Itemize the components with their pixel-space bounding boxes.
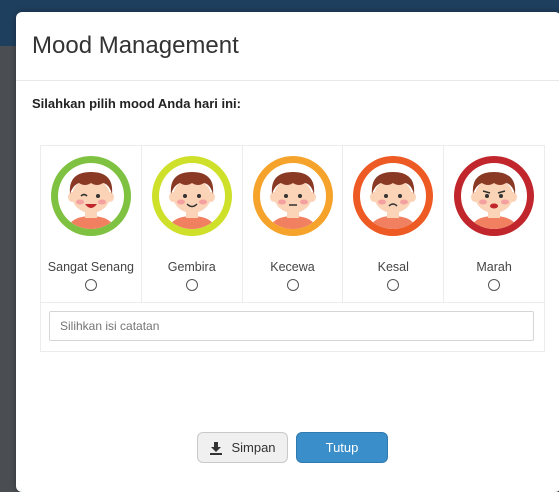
close-button-label: Tutup (325, 440, 359, 455)
mood-radio-marah[interactable] (488, 279, 501, 291)
mood-option-sangat-senang[interactable]: Sangat Senang (41, 146, 142, 302)
mood-radio-kecewa[interactable] (286, 279, 299, 291)
mood-radio-gembira[interactable] (185, 279, 198, 291)
angry-face-icon (454, 156, 535, 236)
mood-option-kecewa[interactable]: Kecewa (243, 146, 344, 302)
happy-face-icon (151, 156, 232, 236)
save-button[interactable]: Simpan (197, 432, 288, 463)
close-button[interactable]: Tutup (296, 432, 388, 463)
mood-label: Gembira (167, 260, 216, 274)
mood-option-marah[interactable]: Marah (444, 146, 544, 302)
mood-label: Kesal (377, 260, 409, 274)
disappointed-face-icon (252, 156, 333, 236)
mood-prompt: Silahkan pilih mood Anda hari ini: (32, 96, 241, 111)
mood-options: Sangat Senang Gembira Kecewa Kesal Marah (41, 146, 544, 303)
mood-radio-kesal[interactable] (387, 279, 400, 291)
mood-label: Marah (476, 260, 512, 274)
modal-title: Mood Management (32, 32, 239, 59)
mood-label: Kecewa (270, 260, 315, 274)
mood-selector: Sangat Senang Gembira Kecewa Kesal Marah… (40, 145, 545, 352)
mood-radio-sangat-senang[interactable] (85, 279, 97, 291)
mood-option-kesal[interactable]: Kesal (343, 146, 445, 302)
download-icon (210, 441, 223, 455)
mood-modal: Mood Management Silahkan pilih mood Anda… (16, 12, 559, 492)
modal-header: Mood Management (16, 12, 559, 81)
very-happy-face-icon (51, 156, 131, 236)
annoyed-face-icon (353, 156, 434, 236)
notes-input[interactable] (49, 311, 534, 341)
mood-label: Sangat Senang (47, 260, 134, 274)
mood-option-gembira[interactable]: Gembira (142, 146, 243, 302)
save-button-label: Simpan (231, 440, 276, 455)
